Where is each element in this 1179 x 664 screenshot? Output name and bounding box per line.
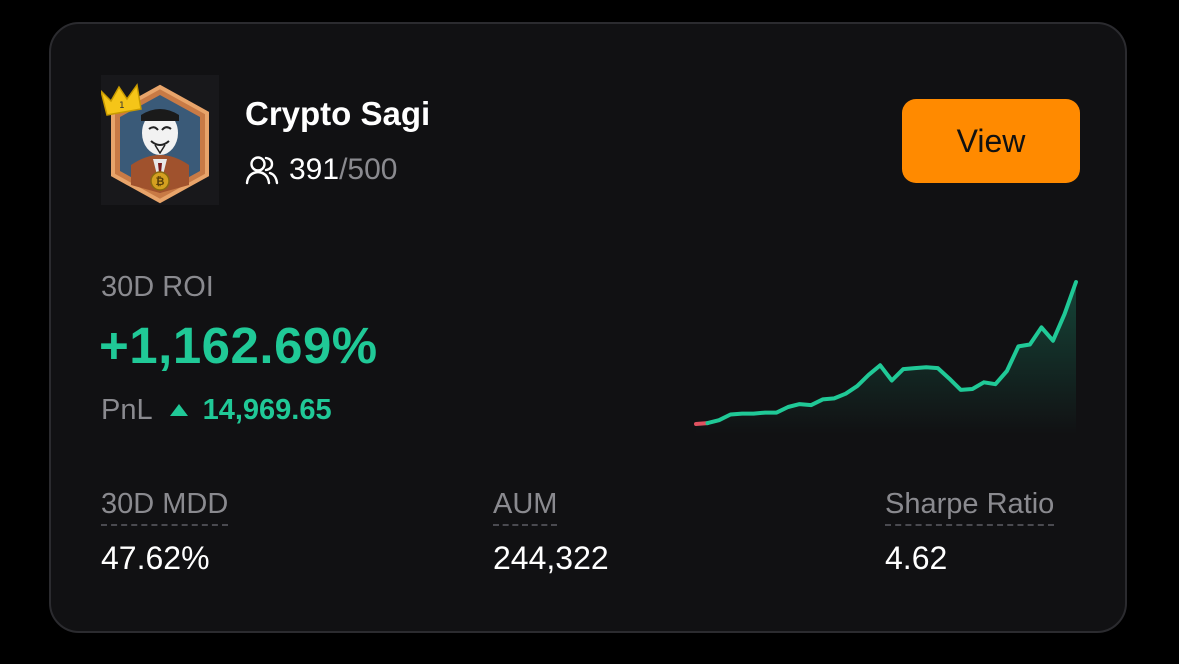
svg-text:1: 1: [119, 101, 125, 111]
chart-area-fill: [696, 282, 1076, 434]
trader-card[interactable]: ₿ 1 Crypto Sagi 391 / 500 View 30D ROI +…: [49, 22, 1127, 633]
roi-label: 30D ROI: [101, 271, 214, 303]
pnl-label: PnL: [101, 393, 153, 426]
stat-sharpe: Sharpe Ratio 4.62: [885, 486, 1055, 578]
aum-label[interactable]: AUM: [493, 486, 558, 526]
stat-aum: AUM 244,322: [493, 486, 609, 578]
triangle-up-icon: [169, 404, 188, 416]
roi-value: +1,162.69%: [99, 317, 378, 374]
masked-trader-avatar-icon: ₿ 1: [101, 83, 209, 204]
view-button[interactable]: View: [902, 99, 1080, 183]
stat-mdd: 30D MDD 47.62%: [101, 486, 229, 578]
roi-sparkline-chart: [694, 280, 1078, 434]
mdd-value: 47.62%: [101, 540, 210, 576]
sharpe-label[interactable]: Sharpe Ratio: [885, 486, 1055, 526]
users-icon: [245, 156, 279, 185]
aum-value: 244,322: [493, 540, 609, 576]
avatar[interactable]: ₿ 1: [101, 75, 219, 205]
sharpe-value: 4.62: [885, 540, 948, 576]
pnl-row: PnL 14,969.65: [101, 390, 332, 430]
trader-name[interactable]: Crypto Sagi: [245, 94, 430, 134]
followers-separator: /: [339, 153, 348, 186]
svg-text:₿: ₿: [156, 175, 165, 188]
pnl-value: 14,969.65: [202, 393, 332, 426]
followers-count: 391: [289, 153, 340, 186]
followers-max: 500: [347, 153, 398, 186]
followers-info: 391 / 500: [245, 150, 397, 190]
mdd-label[interactable]: 30D MDD: [101, 486, 229, 526]
